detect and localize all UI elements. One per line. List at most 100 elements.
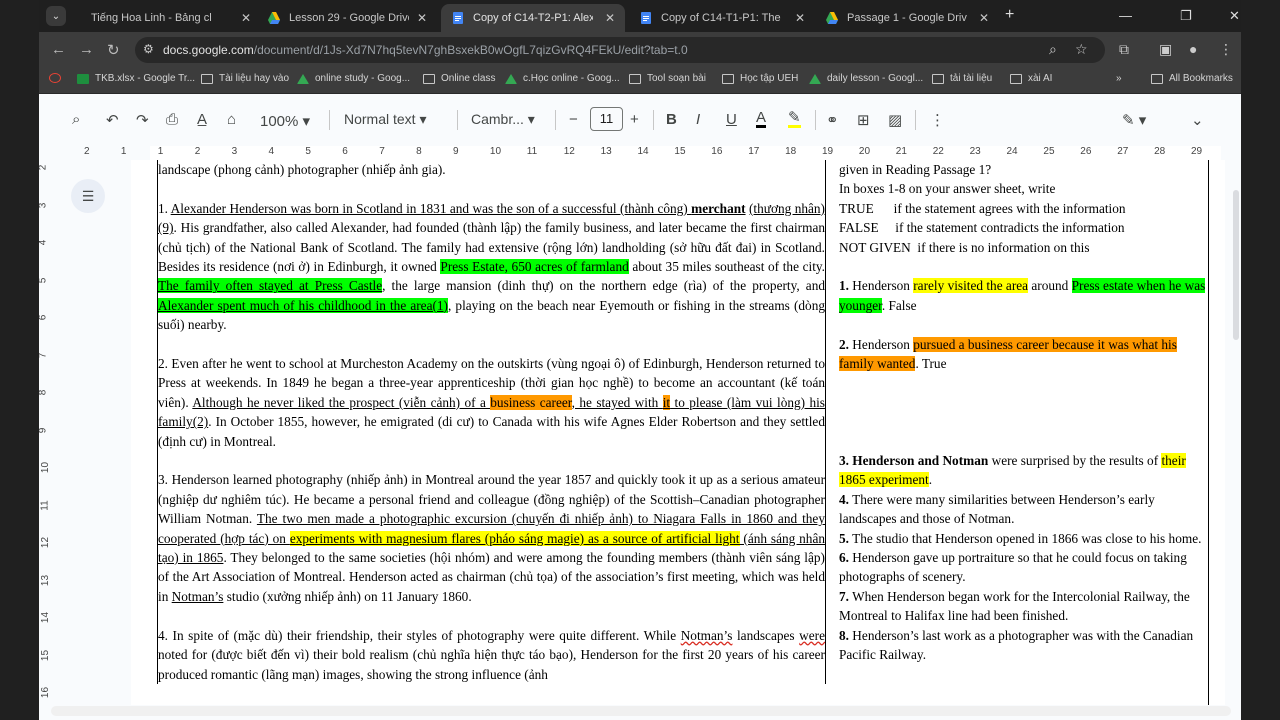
new-tab-icon[interactable]: + [1005,6,1014,24]
passage-line: landscape (phong cảnh) photographer (nhi… [158,162,446,177]
reload-icon[interactable]: ↻ [107,41,120,59]
more-options-icon[interactable]: ⋮ [930,111,945,129]
close-icon[interactable]: ✕ [417,11,427,25]
passage-paragraph-4: 4. In spite of (mặc dù) their friendship… [158,627,825,682]
horizontal-scrollbar[interactable] [51,706,1231,716]
bookmark-label: Online class [441,73,496,84]
close-icon[interactable]: ✕ [795,11,805,25]
back-icon[interactable]: ← [51,41,66,58]
ruler-tick-label: 12 [563,146,575,157]
ruler-tick-label: 8 [416,146,422,157]
ruler-tick-label: 29 [1191,146,1203,157]
bookmark-item[interactable]: Online class [423,73,495,84]
questions-column[interactable]: given in Reading Passage 1? In boxes 1-8… [839,160,1209,705]
vertical-scrollbar[interactable] [1231,160,1241,705]
tab-3-active[interactable]: Copy of C14-T2-P1: Alexander H ✕ [441,4,625,32]
folder-icon [1151,73,1163,84]
ruler-tick-label: 5 [305,146,311,157]
instructions-line: FALSE if the statement contradicts the i… [839,220,1125,236]
ruler-tick-label: 2 [84,146,90,157]
tab-label: Copy of C14-T1-P1: The importa [661,12,781,24]
bookmark-item[interactable]: xài AI [1010,73,1052,84]
passage-paragraph-3: 3. Henderson learned photography (nhiếp … [158,472,825,604]
kebab-menu-icon[interactable]: ⋮ [1219,41,1233,58]
avatar[interactable]: ● [1189,41,1197,57]
highlight-color-icon[interactable]: ✎ [788,110,801,128]
font-family-select[interactable]: Cambr... ▾ [471,111,535,128]
ruler-tick-label: 9 [453,146,459,157]
ruler-tick-label: 17 [748,146,760,157]
undo-icon[interactable]: ↶ [106,111,119,129]
bookmark-label: Học tập UEH [740,73,799,84]
spellcheck-icon[interactable]: A̲ [197,111,207,128]
bookmark-item[interactable]: online study - Goog... [297,73,410,84]
collapse-toolbar-icon[interactable]: ⌄ [1191,111,1204,129]
tab-5[interactable]: Passage 1 - Google Drive ✕ [815,4,999,32]
close-icon[interactable]: ✕ [979,11,989,25]
ruler-tick-label: 15 [674,146,686,157]
tab-4[interactable]: Copy of C14-T1-P1: The importa ✕ [629,4,815,32]
side-panel-icon[interactable]: ▣ [1159,41,1172,58]
horizontal-ruler[interactable]: 2 1 1 2 3 4 5 6 7 8 9 10 11 12 13 14 15 16 17 18 19 20 21 22 23 2… [39,146,1241,160]
bookmark-google-icon[interactable] [49,73,67,83]
bold-icon[interactable]: B [666,111,677,128]
passage-column[interactable]: landscape (phong cảnh) photographer (nhi… [157,160,826,684]
bookmark-item[interactable]: Học tập UEH [722,73,798,84]
bookmark-item[interactable]: TKB.xlsx - Google Tr... [77,73,195,84]
bookmark-item[interactable]: Tool soạn bài [629,73,706,84]
question-6: 6. Henderson gave up portraiture so that… [839,550,1187,585]
question-4: 4. There were many similarities between … [839,491,1155,527]
ruler-tick-label: 24 [1006,146,1018,157]
all-bookmarks[interactable]: All Bookmarks [1151,73,1233,84]
close-icon[interactable]: ✕ [605,11,615,25]
insert-link-icon[interactable]: ⚭ [826,111,839,129]
tab-label: Copy of C14-T2-P1: Alexander H [473,12,593,24]
insert-image-icon[interactable]: ▨ [888,111,902,129]
tab-search-icon[interactable]: ⌄ [46,6,66,26]
add-comment-icon[interactable]: ⊞ [857,111,870,129]
ruler-tick-label: 1 [120,146,127,157]
window-close-icon[interactable]: ✕ [1229,8,1240,24]
more-bookmarks-icon[interactable]: » [1116,73,1122,84]
ruler-tick-label: 16 [711,146,723,157]
close-icon[interactable]: ✕ [241,11,251,25]
decrease-font-size-icon[interactable]: − [569,111,578,128]
bookmark-item[interactable]: tải tài liệu [932,73,992,84]
tab-strip: ⌄ Tiếng Hoa Linh - Bảng chữ Hán ✕ Lesson… [39,0,1241,32]
bookmarks-bar: TKB.xlsx - Google Tr... Tài liệu hay vào… [39,68,1241,94]
editing-mode-icon[interactable]: ✎ ▾ [1122,111,1146,129]
text-color-icon[interactable]: A [756,110,767,128]
instructions-line: given in Reading Passage 1? [839,162,992,177]
zoom-lens-icon[interactable]: ⌕ [1049,41,1057,58]
minimize-icon[interactable]: — [1119,8,1132,23]
search-menus-icon[interactable]: ⌕ [72,111,80,128]
document-outline-icon[interactable]: ☰ [71,179,105,213]
redo-icon[interactable]: ↷ [136,111,149,129]
maximize-icon[interactable]: ❐ [1180,8,1192,24]
bookmark-item[interactable]: c.Học online - Goog... [505,73,620,84]
ruler-tick-label: 15 [40,649,52,661]
tab-label: Lesson 29 - Google Drive [289,12,409,24]
docs-toolbar: ⌕ ↶ ↷ ⎙ A̲ ⌂ 100% ▾ Normal text ▾ Cambr.… [39,94,1241,146]
scrollbar-thumb[interactable] [1233,190,1239,340]
font-size-input[interactable]: 11 [590,107,623,131]
tab-2[interactable]: Lesson 29 - Google Drive ✕ [257,4,437,32]
tab-1[interactable]: Tiếng Hoa Linh - Bảng chữ Hán ✕ [81,4,261,32]
paragraph-style-select[interactable]: Normal text ▾ [344,111,427,128]
bookmark-star-icon[interactable]: ☆ [1075,41,1088,58]
extensions-icon[interactable]: ⧉ [1119,41,1129,58]
print-icon[interactable]: ⎙ [166,111,178,128]
document-page[interactable]: landscape (phong cảnh) photographer (nhi… [131,160,1225,705]
forward-icon[interactable]: → [79,41,94,58]
vertical-ruler[interactable]: 2 3 4 5 6 7 8 9 10 11 12 13 14 15 16 [39,160,51,705]
paint-format-icon[interactable]: ⌂ [227,111,236,128]
italic-icon[interactable]: I [696,111,700,128]
address-bar[interactable]: ⚙ docs.google.com/document/d/1Js-Xd7N7hq… [135,37,1105,63]
site-info-icon[interactable]: ⚙ [143,42,154,56]
bookmark-item[interactable]: daily lesson - Googl... [809,73,923,84]
bookmark-item[interactable]: Tài liệu hay vào [201,73,289,84]
increase-font-size-icon[interactable]: + [630,111,639,128]
zoom-select[interactable]: 100% ▾ [260,112,310,130]
folder-icon [722,73,734,84]
underline-icon[interactable]: U [726,111,737,128]
